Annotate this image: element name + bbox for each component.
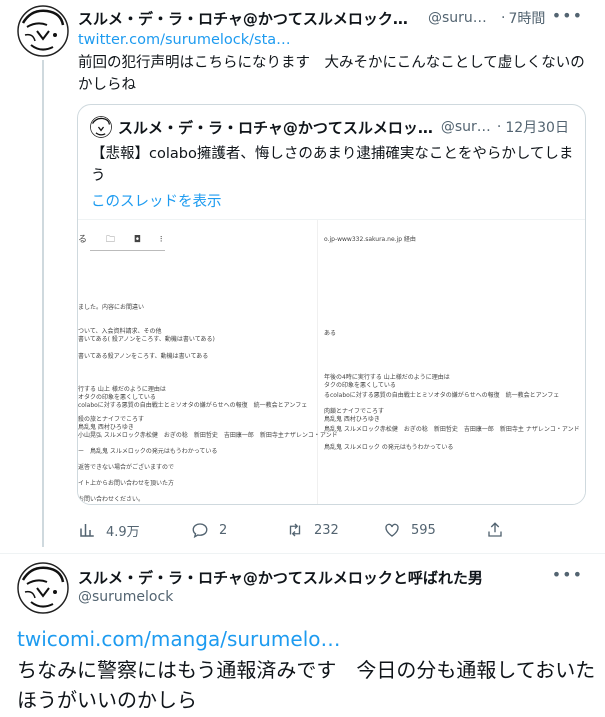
views-count: 4.9万 xyxy=(106,524,140,540)
divider xyxy=(90,250,165,251)
share-icon xyxy=(488,522,502,537)
retweet-count: 232 xyxy=(314,522,339,538)
screenshot-line: お問い合わせください。 xyxy=(78,496,145,503)
like-button[interactable]: 595 xyxy=(383,518,436,542)
avatar[interactable] xyxy=(17,5,69,57)
screenshot-left-pane: る 🗀 ◘ ⁝ ました。内容にお間違い ついて、入会資料請求、その他 書いてある… xyxy=(78,220,338,504)
screenshot-line: タクの印象を悪くしている xyxy=(324,382,396,389)
reply-button[interactable]: 2 xyxy=(191,518,227,542)
tweet-time[interactable]: 7時間 xyxy=(508,8,545,28)
tweet-link[interactable]: twitter.com/surumelock/sta… xyxy=(78,32,291,48)
screenshot-line: ある xyxy=(324,330,337,337)
screenshot-line: 書いてある殺アノンをころす、動機は書いてある xyxy=(78,353,209,360)
screenshot-line: 鳥乱鬼 スルメロック赤松健 おぎの稔 新田哲史 吉田康一郎 新田寺主 ナザレンコ… xyxy=(324,426,580,433)
screenshot-url: o.jp-www332.sakura.ne.jp 経由 xyxy=(324,236,416,243)
tweet-header: スルメ・デ・ラ・ロチャ@かつてスルメロックと… @surum… · 7時間 xyxy=(78,7,588,29)
screenshot-line: 鳥乱鬼 西村ひろゆき xyxy=(324,416,380,423)
tweet-text: 前回の犯行声明はこちらになります 大みそかにこんなことして虚しくないのかしらね xyxy=(78,55,585,93)
reply-count: 2 xyxy=(219,522,228,538)
author-name[interactable]: スルメ・デ・ラ・ロチャ@かつてスルメロックと呼ばれた男 xyxy=(78,567,483,588)
like-count: 595 xyxy=(411,522,436,538)
screenshot-line: るcolaboに対する悪質の自由戦士とミソオタの嫌がらせへの報復 統一教会とアン… xyxy=(324,392,560,399)
quoted-tweet-text: 【悲報】colabo擁護者、悔しさのあまり逮捕確実なことをやらかしてしまう xyxy=(91,146,574,184)
tweet-actions: 4.9万 2 232 595 xyxy=(78,518,538,542)
screenshot-line: 鳥乱鬼 スルメロック の発元はもうわかっている xyxy=(324,444,454,451)
author-handle[interactable]: @surumelock xyxy=(78,589,173,605)
tweet-link[interactable]: twicomi.com/manga/surumelo… xyxy=(17,627,341,651)
screenshot-line: 書いてある( 殺アノンをころす、動機は書いてある) xyxy=(78,336,215,343)
share-button[interactable] xyxy=(486,518,514,542)
screenshot-line: 小山晃弘 スルメロック赤松健 おぎの稔 新田哲史 吉田康一郎 新田寺主ナザレンコ… xyxy=(78,432,338,439)
quoted-author-handle: @suru… xyxy=(440,119,493,135)
author-handle[interactable]: @surum… xyxy=(428,10,498,26)
author-name[interactable]: スルメ・デ・ラ・ロチャ@かつてスルメロックと… xyxy=(78,8,418,29)
avatar[interactable] xyxy=(17,562,69,614)
separator-dot: · xyxy=(496,119,502,135)
screenshot-line: 返答できない場合がございますので xyxy=(78,464,175,471)
retweet-button[interactable]: 232 xyxy=(286,518,339,542)
attached-screenshot-image[interactable]: る 🗀 ◘ ⁝ ました。内容にお間違い ついて、入会資料請求、その他 書いてある… xyxy=(78,219,585,504)
show-thread-link[interactable]: このスレッドを表示 xyxy=(91,190,222,211)
separator-dot: · xyxy=(501,10,506,26)
quoted-tweet-header: スルメ・デ・ラ・ロチャ@かつてスルメロッ… @suru… · 12月30日 xyxy=(90,115,580,139)
screenshot-line: イト上からお問い合わせを頂いた方 xyxy=(78,480,175,487)
screenshot-toolbar: る 🗀 ◘ ⁝ xyxy=(78,235,171,245)
screenshot-right-pane: o.jp-www332.sakura.ne.jp 経由 ある 年後の4時に実行す… xyxy=(324,220,585,504)
divider xyxy=(0,553,605,554)
tweet-text: ちなみに警察にはもう通報済みです 今日の分も通報しておいたほうがいいのかしら xyxy=(17,658,596,712)
thread-line xyxy=(42,60,44,547)
avatar xyxy=(90,116,112,138)
more-icon[interactable]: ••• xyxy=(552,565,583,584)
more-icon[interactable]: ••• xyxy=(552,6,583,25)
quoted-tweet-time: 12月30日 xyxy=(505,120,569,136)
like-icon xyxy=(385,523,399,537)
screenshot-line: ました。内容にお間違い xyxy=(78,304,145,311)
screenshot-line: colaboに対する悪質の自由戦士とミソオタの嫌がらせへの報復 統一教会とアンフ… xyxy=(78,402,308,409)
quoted-author-name: スルメ・デ・ラ・ロチャ@かつてスルメロッ… xyxy=(118,118,433,137)
retweet-icon xyxy=(289,523,301,537)
quoted-tweet[interactable]: スルメ・デ・ラ・ロチャ@かつてスルメロッ… @suru… · 12月30日 【悲… xyxy=(77,104,586,505)
reply-icon xyxy=(192,523,208,539)
views-button[interactable]: 4.9万 xyxy=(78,518,140,542)
screenshot-line: ー 鳥乱鬼 スルメロックの発元はもうわかっている xyxy=(78,448,218,455)
views-icon xyxy=(80,524,94,537)
